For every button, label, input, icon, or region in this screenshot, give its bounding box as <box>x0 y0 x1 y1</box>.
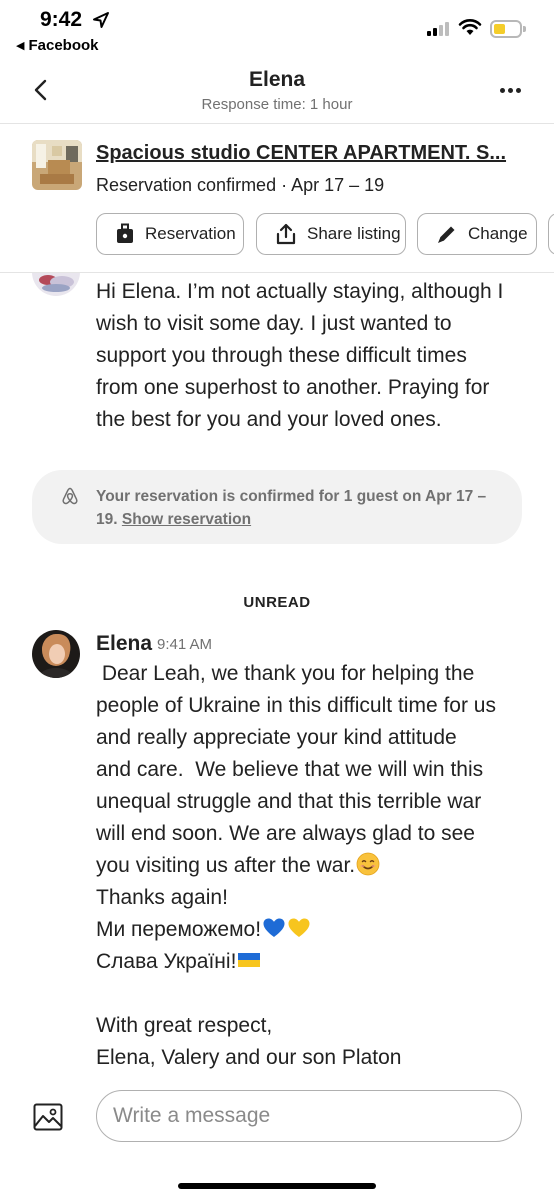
message-line: With great respect, <box>96 1014 273 1037</box>
back-app-label: Facebook <box>28 37 99 54</box>
pencil-icon <box>438 226 455 243</box>
reservation-status: Reservation confirmed · Apr 17 – 19 <box>96 175 385 195</box>
reservation-button[interactable]: Reservation <box>96 213 244 255</box>
message-line: support you through these difficult time… <box>96 344 467 367</box>
briefcase-icon <box>117 223 133 243</box>
image-attach-icon[interactable] <box>33 1103 63 1131</box>
message-line: from one superhost to another. Praying f… <box>96 376 490 399</box>
message-line: Elena, Valery and our son Platon <box>96 1046 402 1069</box>
latest-message-body: Dear Leah, we thank you for helping the … <box>96 658 536 1074</box>
yellow-heart-emoji-icon <box>288 918 310 937</box>
conversation-header: Elena Response time: 1 hour <box>0 58 554 124</box>
more-options-icon[interactable] <box>500 88 522 96</box>
message-line: Ми переможемо! <box>96 918 262 941</box>
notice-text: Your reservation is confirmed for 1 gues… <box>96 485 502 531</box>
message-line: unequal struggle and that this terrible … <box>96 790 482 813</box>
reservation-notice: Your reservation is confirmed for 1 gues… <box>32 470 522 544</box>
home-indicator <box>178 1183 376 1189</box>
back-to-app-link[interactable]: ◀ Facebook <box>16 37 99 54</box>
message-line: will end soon. We are always glad to see <box>96 822 475 845</box>
message-line: and care. We believe that we will win th… <box>96 758 484 781</box>
message-line: Hi Elena. I’m not actually staying, alth… <box>96 280 504 303</box>
message-input[interactable] <box>96 1090 522 1142</box>
status-bar: 9:42 ◀ Facebook <box>0 0 554 58</box>
message-line: the best for you and your loved ones. <box>96 408 442 431</box>
message-line: Dear Leah, we thank you for helping the <box>96 662 475 685</box>
listing-thumbnail[interactable] <box>32 140 82 190</box>
message-line: Thanks again! <box>96 886 228 909</box>
wifi-icon <box>458 19 482 35</box>
change-button[interactable]: Change <box>417 213 537 255</box>
message-line: Слава Україні! <box>96 950 237 973</box>
message-line-with-emoji: Слава Україні! <box>96 946 536 978</box>
location-arrow-icon <box>93 12 109 28</box>
share-icon <box>276 223 296 245</box>
message-line: you visiting us after the war. <box>96 854 356 877</box>
battery-icon <box>490 20 526 38</box>
listing-card: Spacious studio CENTER APARTMENT. S... R… <box>0 125 554 273</box>
message-line: wish to visit some day. I just wanted to <box>96 312 452 335</box>
show-reservation-link[interactable]: Show reservation <box>122 511 251 528</box>
change-button-label: Change <box>468 224 528 243</box>
cellular-signal-icon <box>427 20 453 36</box>
host-name-title: Elena <box>248 68 306 91</box>
airbnb-logo-icon <box>62 487 78 505</box>
sender-name: Elena <box>96 632 153 655</box>
message-line-with-emoji: you visiting us after the war. <box>96 850 536 882</box>
message-timestamp: 9:41 AM <box>157 636 213 653</box>
status-time: 9:42 <box>40 8 83 31</box>
listing-title-link[interactable]: Spacious studio CENTER APARTMENT. S... <box>96 142 526 165</box>
share-listing-label: Share listing <box>307 224 401 243</box>
message-line-with-emoji: Ми переможемо! <box>96 914 536 946</box>
share-listing-button[interactable]: Share listing <box>256 213 406 255</box>
response-time-subtitle: Response time: 1 hour <box>201 96 353 113</box>
back-triangle-icon: ◀ <box>16 40 25 52</box>
smiling-face-emoji-icon <box>356 852 380 876</box>
message-line: people of Ukraine in this difficult time… <box>96 694 496 717</box>
message-line: and really appreciate your kind attitude <box>96 726 457 749</box>
more-actions-button-partial[interactable] <box>548 213 554 255</box>
previous-message-body: Hi Elena. I’m not actually staying, alth… <box>96 276 536 436</box>
blue-heart-emoji-icon <box>263 918 285 937</box>
unread-divider: UNREAD <box>243 594 311 611</box>
reservation-button-label: Reservation <box>145 224 236 243</box>
sender-avatar <box>32 630 80 678</box>
ukraine-flag-emoji-icon <box>238 953 261 967</box>
